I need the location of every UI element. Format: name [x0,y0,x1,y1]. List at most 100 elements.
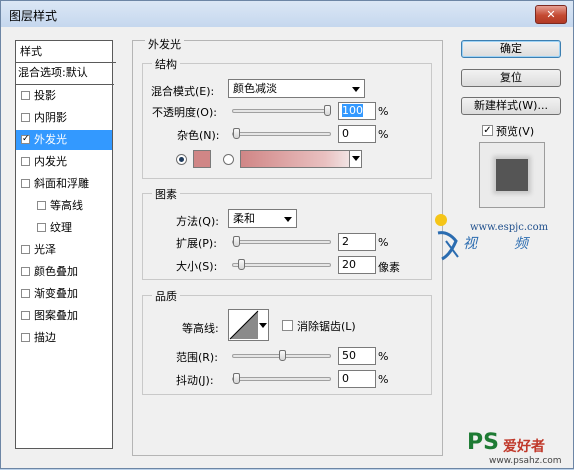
range-unit: % [378,350,389,363]
method-select[interactable]: 柔和 [228,209,297,228]
close-button[interactable]: ✕ [535,5,567,24]
ok-button[interactable]: 确定 [461,40,561,58]
opacity-slider[interactable] [232,105,331,116]
style-item-label: 描边 [34,331,56,344]
ps-logo-cn: 爱好者 [503,439,545,455]
size-unit: 像素 [378,261,400,274]
gradient-picker[interactable] [240,150,362,168]
style-item-checkbox[interactable] [37,223,46,232]
style-item-label: 颜色叠加 [34,265,78,278]
solid-color-radio[interactable] [176,154,187,165]
blend-options-item[interactable]: 混合选项:默认 [16,63,114,85]
style-item[interactable]: 光泽 [16,240,112,260]
style-item[interactable]: 投影 [16,86,112,106]
size-input[interactable]: 20 [338,256,376,274]
style-item-label: 图案叠加 [34,309,78,322]
style-item-label: 外发光 [34,133,67,146]
watermark-char-2: 频 [514,236,528,252]
spread-input[interactable]: 2 [338,233,376,251]
preview-label: 预览(V) [496,125,535,138]
size-slider-thumb[interactable] [237,259,245,270]
size-label: 大小(S): [176,260,218,273]
noise-unit: % [378,128,389,141]
ps-logo-url: www.psahz.com [489,456,562,466]
style-item-checkbox[interactable] [21,91,30,100]
contour-curve-icon [229,310,259,340]
style-item[interactable]: 渐变叠加 [16,284,112,304]
contour-picker[interactable] [228,309,269,341]
reset-button[interactable]: 复位 [461,69,561,87]
gradient-dropdown[interactable] [349,151,361,167]
chevron-down-icon [259,323,267,328]
style-item-checkbox[interactable] [21,333,30,342]
style-item[interactable]: 颜色叠加 [16,262,112,282]
style-item[interactable]: 描边 [16,328,112,348]
size-slider[interactable] [232,259,331,270]
title-bar[interactable]: 图层样式 ✕ [1,1,573,27]
panel-title: 外发光 [145,36,184,52]
jitter-input[interactable]: 0 [338,370,376,388]
style-item[interactable]: 图案叠加 [16,306,112,326]
noise-slider-thumb[interactable] [233,128,240,139]
elements-legend: 图素 [152,186,180,202]
list-header[interactable]: 样式 [16,41,116,63]
opacity-label: 不透明度(O): [152,106,217,119]
opacity-slider-thumb[interactable] [324,105,331,116]
chevron-down-icon [352,156,360,161]
style-item[interactable]: 内发光 [16,152,112,172]
blend-mode-select[interactable]: 颜色减淡 [228,79,365,98]
style-item-checkbox[interactable] [21,311,30,320]
blend-mode-label: 混合模式(E): [151,85,215,98]
site-watermark: www.espjc.com [434,201,574,261]
watermark-url: www.espjc.com [470,222,549,233]
antialias-checkbox[interactable] [282,320,293,331]
blend-mode-value: 颜色减淡 [233,82,277,95]
style-item-checkbox[interactable] [21,245,30,254]
style-item-label: 渐变叠加 [34,287,78,300]
style-item-checkbox[interactable]: ✓ [21,135,30,144]
style-item[interactable]: 斜面和浮雕 [16,174,112,194]
opacity-input[interactable]: 100 [338,102,376,120]
method-label: 方法(Q): [176,215,219,228]
range-slider-thumb[interactable] [278,350,286,361]
jitter-slider-thumb[interactable] [233,373,240,384]
style-item-checkbox[interactable] [21,113,30,122]
style-item-label: 投影 [34,89,56,102]
chevron-down-icon [352,87,360,92]
new-style-button[interactable]: 新建样式(W)... [461,97,561,115]
style-item-label: 斜面和浮雕 [34,177,89,190]
layer-style-dialog: 图层样式 ✕ 样式 混合选项:默认 投影内阴影 ✓ 外发光内发光斜面和浮雕等高线纹理… [0,0,574,469]
style-item[interactable]: 等高线 [16,196,112,216]
jitter-slider[interactable] [232,373,331,384]
spread-slider-thumb[interactable] [233,236,240,247]
quality-legend: 品质 [152,288,180,304]
style-item-checkbox[interactable] [21,157,30,166]
style-item[interactable]: 纹理 [16,218,112,238]
style-item[interactable]: 内阴影 [16,108,112,128]
noise-slider[interactable] [232,128,331,139]
close-icon: ✕ [546,8,556,21]
antialias-label: 消除锯齿(L) [297,320,356,333]
range-label: 范围(R): [176,351,218,364]
range-slider[interactable] [232,350,331,361]
style-list: 样式 混合选项:默认 投影内阴影 ✓ 外发光内发光斜面和浮雕等高线纹理光泽颜色叠加渐… [15,40,116,449]
spread-unit: % [378,236,389,249]
style-item-checkbox[interactable] [21,267,30,276]
glow-color-swatch[interactable] [193,150,211,168]
range-input[interactable]: 50 [338,347,376,365]
style-item-checkbox[interactable] [21,179,30,188]
gradient-radio[interactable] [223,154,234,165]
preview-thumbnail [479,142,545,208]
style-item-checkbox[interactable] [37,201,46,210]
noise-label: 杂色(N): [177,129,220,142]
style-item-checkbox[interactable] [21,289,30,298]
noise-input[interactable]: 0 [338,125,376,143]
style-item-label: 纹理 [50,221,72,234]
structure-legend: 结构 [152,56,180,72]
jitter-label: 抖动(J): [176,374,214,387]
style-item[interactable]: ✓ 外发光 [16,130,112,150]
style-item-label: 光泽 [34,243,56,256]
preview-swatch [496,159,528,191]
spread-slider[interactable] [232,236,331,247]
preview-checkbox[interactable]: ✓ [482,125,493,136]
